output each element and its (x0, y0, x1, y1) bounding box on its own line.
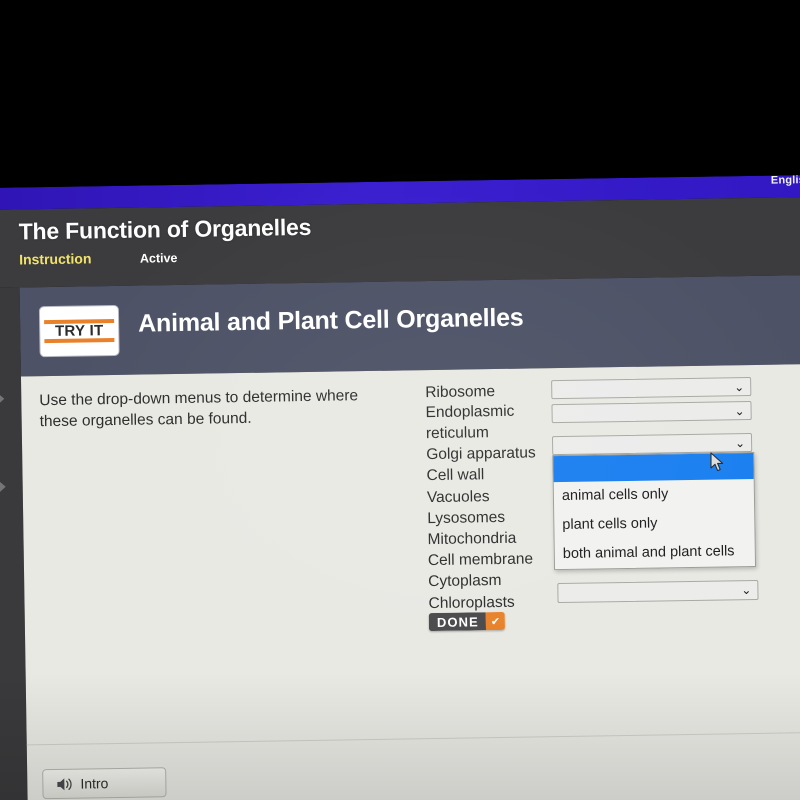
tryit-badge-icon: TRY IT (39, 305, 119, 357)
tab-instruction[interactable]: Instruction (19, 250, 92, 267)
chevron-down-icon: ⌄ (734, 404, 745, 419)
gutter-arrow-down-icon[interactable] (0, 479, 6, 494)
tryit-banner: TRY IT Animal and Plant Cell Organelles (19, 274, 800, 377)
tab-row: Instruction Active (19, 249, 178, 269)
gutter-arrow-up-icon[interactable] (0, 391, 5, 406)
speaker-icon (55, 776, 73, 792)
dropdown-open-list[interactable]: animal cells only plant cells only both … (552, 451, 757, 571)
chevron-down-icon: ⌄ (741, 583, 752, 598)
check-icon: ✔ (485, 611, 506, 631)
language-label[interactable]: English (771, 175, 800, 187)
organelle-list: Ribosome Endoplasmic reticulum Golgi app… (425, 380, 559, 614)
organelle-label: Cell membrane (427, 550, 534, 570)
organelle-label: Golgi apparatus (426, 444, 536, 464)
dropdown-option-blank-selected[interactable] (553, 452, 754, 483)
organelle-label: Endoplasmic reticulum (425, 402, 515, 442)
tryit-badge-text: TRY IT (54, 322, 104, 340)
organelle-label: Cell wall (426, 466, 485, 485)
organelle-label: Lysosomes (427, 508, 506, 527)
organelle-label: Cytoplasm (428, 572, 502, 591)
chevron-down-icon: ⌄ (734, 436, 746, 451)
select-chloroplasts[interactable]: ⌄ (557, 579, 759, 604)
done-button-label: DONE (428, 612, 486, 632)
intro-button-label: Intro (80, 775, 109, 792)
content-panel: Use the drop-down menus to determine whe… (20, 363, 800, 800)
browser-window: English The Function of Organelles Instr… (0, 174, 800, 800)
intro-audio-button[interactable]: Intro (42, 767, 167, 800)
instructions-text: Use the drop-down menus to determine whe… (39, 387, 359, 431)
chevron-down-icon: ⌄ (734, 380, 745, 395)
app-header: The Function of Organelles Instruction A… (0, 196, 800, 288)
screen-photo: English The Function of Organelles Instr… (0, 0, 800, 800)
activity-title: Animal and Plant Cell Organelles (137, 303, 524, 338)
dropdown-option[interactable]: animal cells only (554, 479, 754, 511)
organelle-label: Mitochondria (427, 529, 517, 549)
tab-active[interactable]: Active (140, 251, 178, 266)
dropdown-option[interactable]: both animal and plant cells (555, 537, 755, 569)
organelle-label: Ribosome (425, 383, 496, 402)
page-title: The Function of Organelles (18, 213, 312, 245)
organelle-label: Vacuoles (426, 487, 490, 506)
organelle-label: Chloroplasts (428, 593, 515, 612)
content-divider (26, 731, 800, 746)
select-ribosome[interactable]: ⌄ (551, 377, 752, 400)
tryit-badge-inner: TRY IT (43, 310, 115, 353)
select-column: ⌄ ⌄ ⌄ animal cells only plant cells only… (551, 377, 761, 604)
dropdown-option[interactable]: plant cells only (554, 508, 754, 540)
select-endoplasmic-reticulum[interactable]: ⌄ (551, 401, 752, 424)
done-button[interactable]: DONE ✔ (428, 611, 506, 632)
